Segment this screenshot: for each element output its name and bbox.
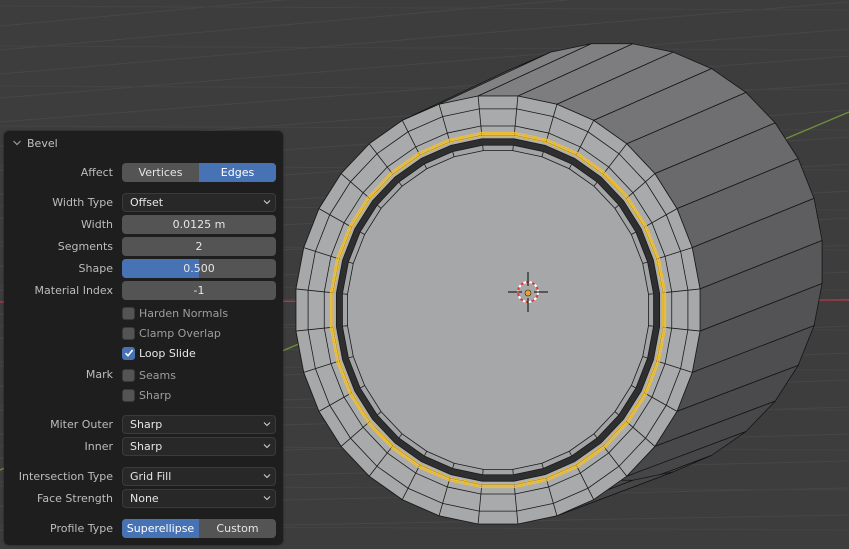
- chevron-down-icon: [263, 496, 271, 501]
- mark-sharp-row: Sharp: [4, 385, 283, 405]
- width-field[interactable]: 0.0125 m: [122, 215, 276, 234]
- checkbox-box[interactable]: [122, 326, 135, 340]
- checkbox-box-checked[interactable]: [122, 346, 135, 360]
- profile-type-toggle: Superellipse Custom: [122, 519, 276, 538]
- face-strength-dropdown[interactable]: None: [122, 489, 276, 508]
- width-row: Width 0.0125 m: [4, 215, 283, 235]
- intersection-type-label: Intersection Type: [18, 470, 113, 483]
- panel-title: Bevel: [27, 136, 58, 150]
- intersection-type-dropdown[interactable]: Grid Fill: [122, 467, 276, 486]
- chevron-down-icon: [263, 422, 271, 427]
- checkbox-box[interactable]: [122, 388, 135, 402]
- affect-toggle: Vertices Edges: [122, 163, 276, 182]
- mesh-edge: [648, 325, 654, 327]
- mark-seams-label: Seams: [139, 368, 176, 382]
- material-index-row: Material Index -1: [4, 281, 283, 301]
- face-strength-row: Face Strength None: [4, 489, 283, 509]
- segments-field[interactable]: 2: [122, 237, 276, 256]
- clamp-overlap-checkbox[interactable]: Clamp Overlap: [122, 323, 221, 343]
- chevron-down-icon: [263, 444, 271, 449]
- width-type-row: Width Type Offset: [4, 193, 283, 213]
- profile-custom-button[interactable]: Custom: [199, 519, 276, 538]
- width-value: 0.0125 m: [172, 218, 226, 231]
- mesh-edge: [342, 293, 348, 295]
- harden-normals-checkbox[interactable]: Harden Normals: [122, 303, 228, 323]
- profile-type-row: Profile Type Superellipse Custom: [4, 519, 283, 539]
- affect-edges-button[interactable]: Edges: [199, 163, 276, 182]
- miter-inner-label: Inner: [84, 440, 113, 453]
- material-index-field[interactable]: -1: [122, 281, 276, 300]
- shape-row: Shape 0.500: [4, 259, 283, 279]
- chevron-down-icon: [263, 474, 271, 479]
- width-label: Width: [81, 218, 113, 231]
- loop-slide-row: Loop Slide: [4, 343, 283, 363]
- clamp-overlap-row: Clamp Overlap: [4, 323, 283, 343]
- checkmark-icon: [124, 349, 133, 357]
- intersection-type-value: Grid Fill: [130, 470, 172, 483]
- harden-normals-row: Harden Normals: [4, 303, 283, 323]
- miter-outer-dropdown[interactable]: Sharp: [122, 415, 276, 434]
- shape-value: 0.500: [183, 262, 215, 275]
- miter-inner-dropdown[interactable]: Sharp: [122, 437, 276, 456]
- front-face-ring-6: [347, 150, 649, 470]
- material-index-label: Material Index: [34, 284, 113, 297]
- mesh-edge: [342, 325, 348, 327]
- shape-slider[interactable]: 0.500: [122, 259, 276, 278]
- affect-vertices-button[interactable]: Vertices: [122, 163, 199, 182]
- mark-label: Mark: [85, 368, 113, 381]
- loop-slide-checkbox[interactable]: Loop Slide: [122, 343, 196, 363]
- miter-outer-row: Miter Outer Sharp: [4, 415, 283, 435]
- profile-type-label: Profile Type: [50, 522, 113, 535]
- panel-header[interactable]: Bevel: [4, 131, 283, 155]
- mesh-edge: [648, 293, 654, 295]
- bevel-redo-panel: Bevel Affect Vertices Edges Width Type O…: [4, 131, 283, 545]
- profile-superellipse-button[interactable]: Superellipse: [122, 519, 199, 538]
- mark-sharp-checkbox[interactable]: Sharp: [122, 385, 171, 405]
- mark-sharp-label: Sharp: [139, 388, 172, 402]
- width-type-dropdown[interactable]: Offset: [122, 193, 276, 212]
- loop-slide-label: Loop Slide: [139, 346, 196, 360]
- object-origin-dot: [524, 289, 532, 297]
- miter-inner-value: Sharp: [130, 440, 163, 453]
- checkbox-box[interactable]: [122, 368, 135, 382]
- miter-outer-value: Sharp: [130, 418, 163, 431]
- affect-label: Affect: [80, 166, 113, 179]
- width-type-value: Offset: [130, 196, 164, 209]
- face-strength-label: Face Strength: [37, 492, 113, 505]
- chevron-down-icon[interactable]: [12, 138, 22, 148]
- shape-label: Shape: [78, 262, 113, 275]
- clamp-overlap-label: Clamp Overlap: [139, 326, 221, 340]
- mark-seams-checkbox[interactable]: Seams: [122, 365, 176, 385]
- miter-inner-row: Inner Sharp: [4, 437, 283, 457]
- intersection-type-row: Intersection Type Grid Fill: [4, 467, 283, 487]
- segments-row: Segments 2: [4, 237, 283, 257]
- harden-normals-label: Harden Normals: [139, 306, 229, 320]
- checkbox-box[interactable]: [122, 306, 135, 320]
- miter-outer-label: Miter Outer: [50, 418, 113, 431]
- width-type-label: Width Type: [52, 196, 113, 209]
- segments-value: 2: [195, 240, 203, 253]
- face-strength-value: None: [130, 492, 159, 505]
- mark-seams-row: Mark Seams: [4, 365, 283, 385]
- chevron-down-icon: [263, 200, 271, 205]
- segments-label: Segments: [57, 240, 113, 253]
- affect-row: Affect Vertices Edges: [4, 163, 283, 183]
- material-index-value: -1: [193, 284, 205, 297]
